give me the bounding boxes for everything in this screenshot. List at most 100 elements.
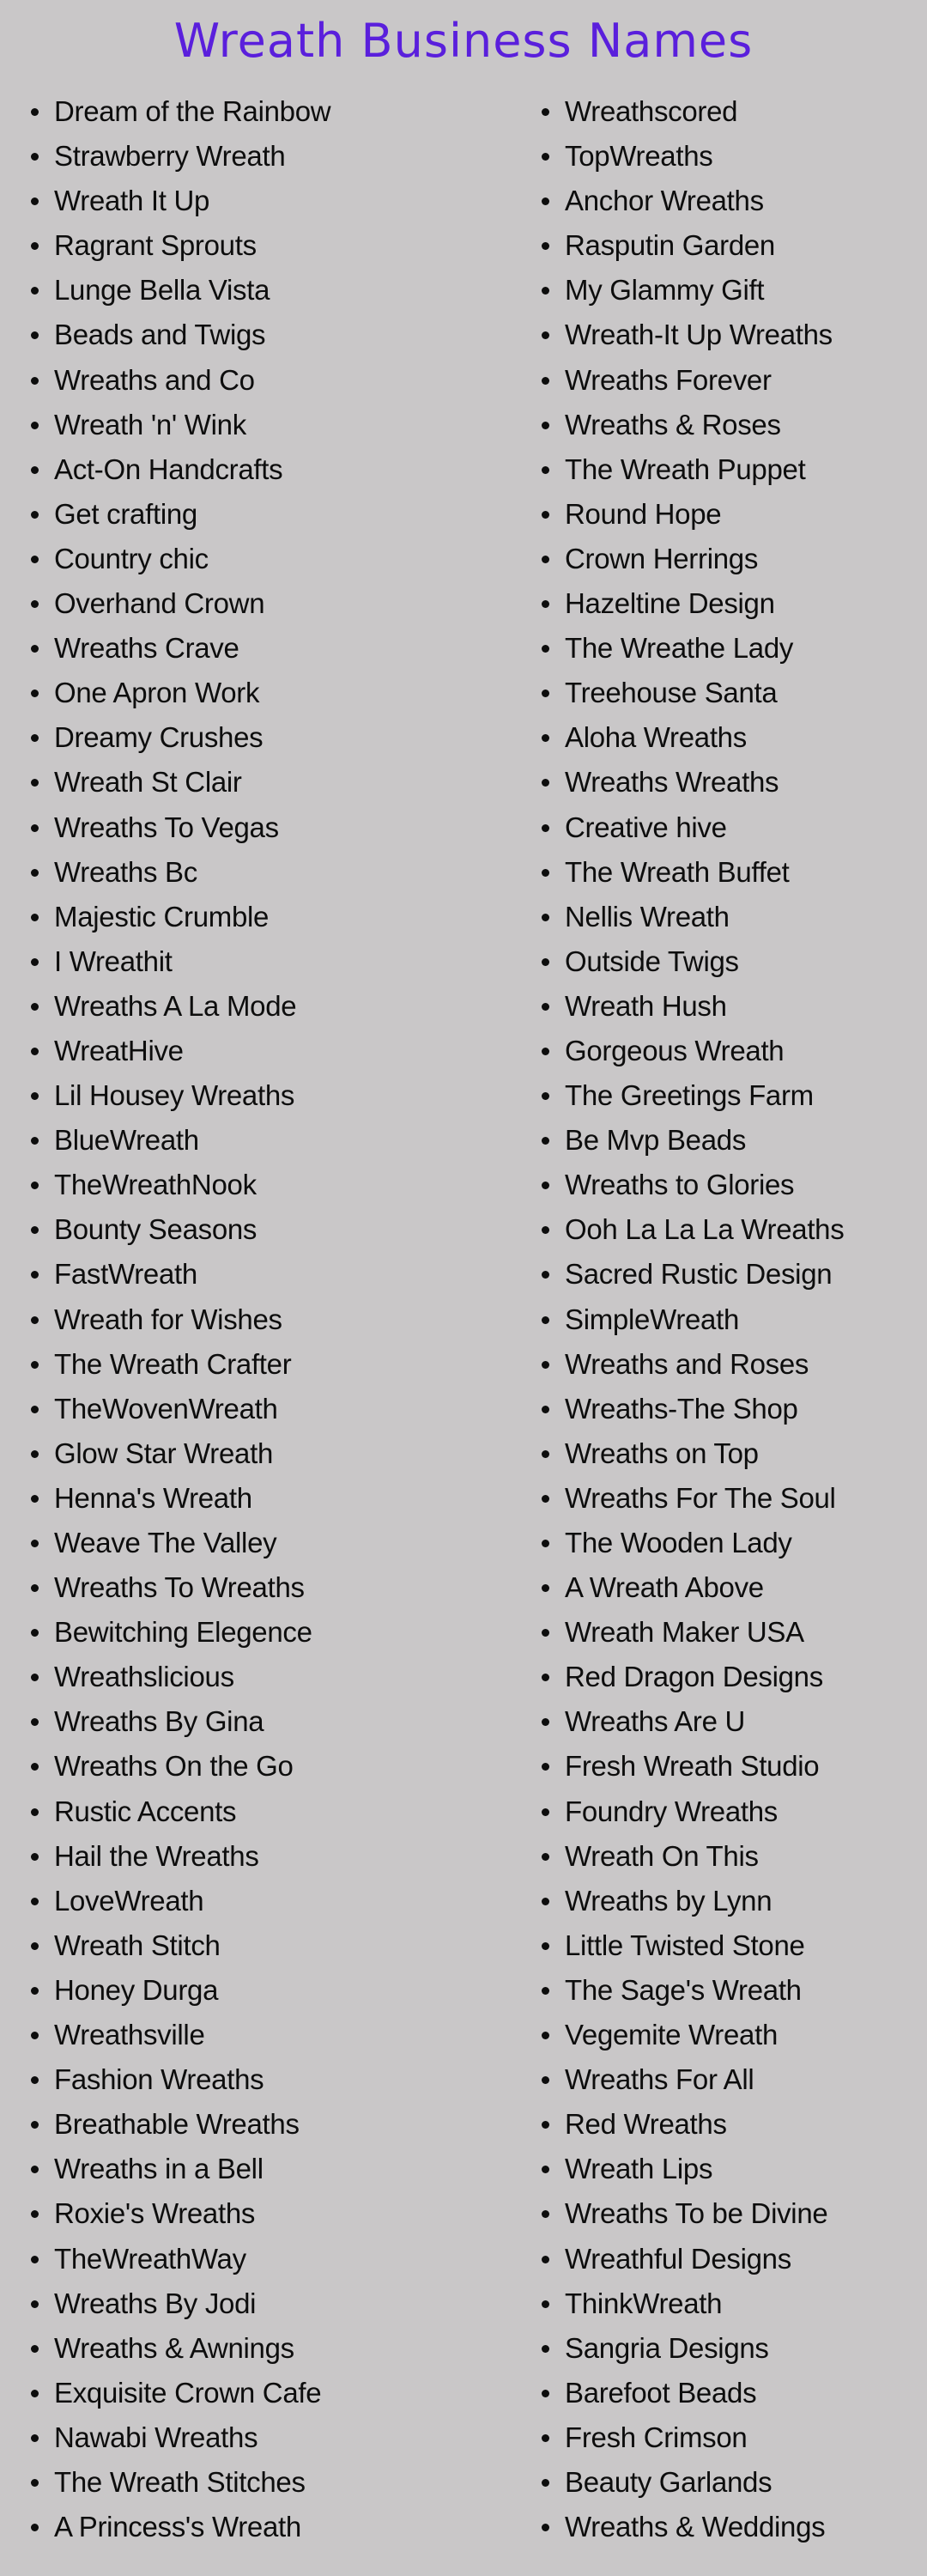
bullet-icon <box>542 421 549 429</box>
business-name: TheWovenWreath <box>54 1392 278 1425</box>
bullet-icon <box>542 2300 549 2308</box>
business-name: Act-On Handcrafts <box>54 453 283 485</box>
business-name: The Wreath Buffet <box>565 855 790 888</box>
bullet-icon <box>31 868 39 877</box>
list-item: Wreath St Clair <box>31 760 494 805</box>
list-item: Wreaths To Wreaths <box>31 1565 494 1610</box>
list-item: Wreaths On the Go <box>31 1744 494 1789</box>
bullet-icon <box>31 1360 39 1369</box>
bullet-icon <box>542 2433 549 2442</box>
business-name: The Sage's Wreath <box>565 1973 802 2006</box>
bullet-icon <box>31 1674 39 1682</box>
business-name: Wreaths For All <box>565 2063 754 2096</box>
list-item: Creative hive <box>542 805 919 850</box>
list-item: Wreaths Forever <box>542 358 919 403</box>
bullet-icon <box>31 2032 39 2040</box>
bullet-icon <box>542 2210 549 2219</box>
bullet-icon <box>31 1986 39 1995</box>
bullet-icon <box>542 108 549 116</box>
business-name: Nellis Wreath <box>565 900 730 933</box>
list-item: One Apron Work <box>31 671 494 715</box>
business-name: Beauty Garlands <box>565 2465 772 2498</box>
bullet-icon <box>542 287 549 295</box>
bullet-icon <box>542 1941 549 1950</box>
business-name: Wreaths to Glories <box>565 1169 795 1201</box>
business-name: Wreaths To be Divine <box>565 2197 828 2230</box>
business-name: Ooh La La La Wreaths <box>565 1213 845 1246</box>
business-name: Rasputin Garden <box>565 229 775 262</box>
business-name: SimpleWreath <box>565 1303 740 1335</box>
business-name: Roxie's Wreaths <box>54 2197 256 2230</box>
list-item: Wreaths To Vegas <box>31 805 494 850</box>
bullet-icon <box>542 376 549 385</box>
bullet-icon <box>542 153 549 161</box>
business-name: Outside Twigs <box>565 945 739 977</box>
business-name: Wreath St Clair <box>54 766 242 799</box>
list-item: Wreaths & Roses <box>542 403 919 447</box>
bullet-icon <box>31 1315 39 1324</box>
business-name: Hazeltine Design <box>565 587 775 620</box>
list-item: The Wreathe Lady <box>542 626 919 671</box>
bullet-icon <box>31 555 39 563</box>
business-name: Sacred Rustic Design <box>565 1258 833 1291</box>
bullet-icon <box>31 1852 39 1861</box>
list-item: BlueWreath <box>31 1118 494 1163</box>
business-name: Dream of the Rainbow <box>54 95 331 127</box>
bullet-icon <box>542 197 549 206</box>
business-name: FastWreath <box>54 1258 197 1291</box>
bullet-icon <box>542 1002 549 1011</box>
bullet-icon <box>542 2121 549 2129</box>
list-item: Wreathscored <box>542 89 919 134</box>
bullet-icon <box>31 2121 39 2129</box>
bullet-icon <box>542 465 549 474</box>
business-name: Wreaths To Wreaths <box>54 1571 305 1604</box>
business-name: Wreaths and Roses <box>565 1347 809 1380</box>
bullet-icon <box>31 2166 39 2174</box>
bullet-icon <box>542 1584 549 1593</box>
bullet-icon <box>542 555 549 563</box>
business-name: Bewitching Elegence <box>54 1616 312 1649</box>
business-name: Wreaths Forever <box>565 363 772 396</box>
list-item: A Princess's Wreath <box>31 2505 494 2549</box>
list-item: Wreaths in a Bell <box>31 2147 494 2191</box>
list-item: WreatHive <box>31 1029 494 1073</box>
list-item: Dreamy Crushes <box>31 715 494 760</box>
bullet-icon <box>542 1674 549 1682</box>
business-name: A Wreath Above <box>565 1571 764 1604</box>
bullet-icon <box>542 2389 549 2397</box>
bullet-icon <box>542 2344 549 2353</box>
bullet-icon <box>542 1718 549 1727</box>
bullet-icon <box>31 913 39 921</box>
business-name: TheWreathNook <box>54 1169 257 1201</box>
list-item: The Wreath Buffet <box>542 850 919 895</box>
list-item: Beads and Twigs <box>31 313 494 357</box>
list-item: Fresh Wreath Studio <box>542 1744 919 1789</box>
list-item: Nawabi Wreaths <box>31 2415 494 2460</box>
bullet-icon <box>542 1271 549 1279</box>
list-item: Vegemite Wreath <box>542 2013 919 2057</box>
list-item: Wreaths and Co <box>31 358 494 403</box>
bullet-icon <box>31 153 39 161</box>
list-item: Wreaths By Gina <box>31 1699 494 1744</box>
bullet-icon <box>31 1807 39 1816</box>
list-item: Glow Star Wreath <box>31 1431 494 1476</box>
list-item: The Greetings Farm <box>542 1073 919 1118</box>
bullet-icon <box>542 868 549 877</box>
business-name: The Wreath Crafter <box>54 1347 292 1380</box>
bullet-icon <box>31 376 39 385</box>
list-item: Breathable Wreaths <box>31 2102 494 2147</box>
business-name: Beads and Twigs <box>54 319 266 351</box>
bullet-icon <box>31 287 39 295</box>
list-item: Be Mvp Beads <box>542 1118 919 1163</box>
bullet-icon <box>31 1540 39 1547</box>
list-item: Dream of the Rainbow <box>31 89 494 134</box>
bullet-icon <box>31 1941 39 1950</box>
bullet-icon <box>31 421 39 429</box>
bullet-icon <box>31 331 39 340</box>
business-name: Fashion Wreaths <box>54 2063 264 2096</box>
bullet-icon <box>542 2255 549 2263</box>
list-item: Aloha Wreaths <box>542 715 919 760</box>
list-item: Wreaths Wreaths <box>542 760 919 805</box>
business-name: Wreaths & Awnings <box>54 2331 294 2364</box>
business-name: Round Hope <box>565 497 722 530</box>
